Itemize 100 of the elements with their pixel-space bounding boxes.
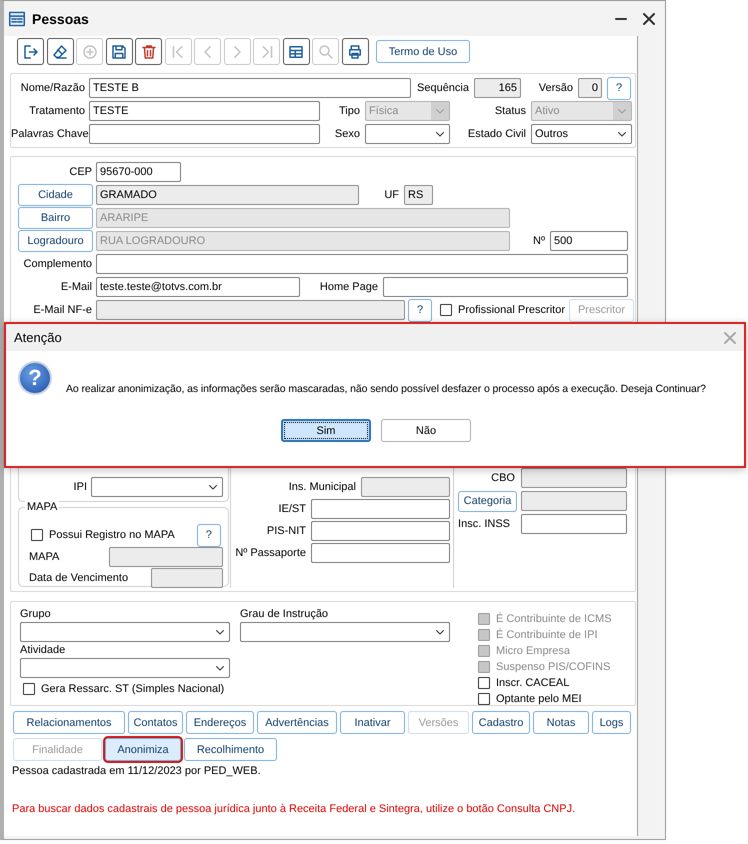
checkbox-label: Inscr. CACEAL (496, 676, 570, 688)
field-label: CBO (490, 472, 516, 484)
checkbox[interactable] (31, 529, 43, 541)
plus-circle-icon (80, 42, 98, 60)
text-field[interactable] (311, 543, 450, 563)
field-label: Nº (532, 235, 546, 247)
checkbox[interactable] (478, 692, 490, 704)
checkbox-label: É Contribuinte de IPI (496, 628, 598, 640)
action-button[interactable]: Contatos (128, 711, 183, 734)
text-field[interactable]: 165 (474, 78, 521, 98)
checkbox[interactable] (478, 676, 490, 688)
close-icon (724, 332, 736, 344)
lookup-button[interactable]: Cidade (18, 184, 93, 206)
field-label: Versão (538, 82, 574, 94)
eraser-icon (51, 42, 69, 60)
window-icon (8, 10, 26, 26)
dropdown[interactable] (91, 477, 223, 497)
checkbox-label: Gera Ressarc. ST (Simples Nacional) (41, 683, 224, 695)
action-button[interactable]: Endereços (186, 711, 254, 734)
terms-button[interactable]: Termo de Uso (376, 40, 470, 63)
field-label: Atividade (20, 643, 66, 658)
field-label: E-Mail NF-e (32, 304, 93, 316)
checkbox-label: É Contribuinte de ICMS (496, 612, 612, 624)
lookup-button[interactable]: Categoria (458, 490, 517, 512)
text-field[interactable]: teste.teste@totvs.com.br (96, 277, 300, 297)
field-label: UF (383, 189, 400, 201)
text-field[interactable] (96, 300, 405, 320)
action-button[interactable]: Cadastro (472, 711, 530, 734)
field-label: CEP (68, 166, 93, 178)
text-field[interactable]: 95670-000 (96, 162, 181, 182)
dialog-message: Ao realizar anonimização, as informações serão mascaradas, não sendo possível desfazer o processo após a execução. Deseja Continuar? (66, 383, 706, 395)
dialog-button[interactable]: Sim (281, 419, 371, 442)
text-field[interactable]: TESTE (89, 101, 320, 121)
text-field[interactable]: GRAMADO (96, 185, 359, 205)
text-field[interactable] (361, 477, 450, 497)
field-label: Grupo (20, 607, 52, 622)
field-label: Palavras Chave (11, 128, 89, 140)
print-icon (346, 42, 364, 60)
text-field[interactable] (96, 254, 628, 274)
table-button[interactable] (282, 38, 310, 65)
field-label: Grau de Instrução (240, 607, 330, 622)
action-button[interactable]: Recolhimento (184, 738, 277, 761)
action-button[interactable]: Advertências (257, 711, 337, 734)
field-label: Ins. Municipal (288, 481, 357, 493)
field-label: Sexo (334, 128, 361, 140)
text-field[interactable] (151, 568, 223, 588)
status-text: Pessoa cadastrada em 11/12/2023 por PED_WEB. (12, 765, 262, 777)
exit-icon (22, 42, 40, 60)
checkbox-label: Suspenso PIS/COFINS (496, 660, 610, 672)
action-button[interactable]: Relacionamentos (13, 711, 125, 734)
text-field[interactable] (311, 499, 450, 519)
text-field[interactable]: RS (404, 185, 433, 205)
text-field[interactable] (89, 124, 320, 144)
action-button[interactable]: Logs (592, 711, 631, 734)
dialog-button[interactable]: Não (381, 419, 471, 442)
text-field[interactable] (383, 277, 628, 297)
dialog-title: Atenção (14, 330, 62, 345)
field-label: Sequência (416, 82, 470, 94)
dropdown[interactable] (20, 622, 230, 642)
field-label: E-Mail (60, 281, 93, 293)
save-button[interactable] (106, 38, 132, 65)
group-title: MAPA (25, 501, 60, 513)
checkbox[interactable] (440, 304, 452, 316)
action-button[interactable]: Anonimiza (105, 738, 181, 761)
text-field[interactable]: 500 (550, 231, 628, 251)
action-button[interactable]: Inativar (340, 711, 405, 734)
field-label: Data de Vencimento (29, 572, 130, 584)
eraser-button[interactable] (46, 38, 74, 65)
field-label: Status (494, 105, 527, 117)
action-button[interactable]: Notas (533, 711, 589, 734)
field-label: PIS-NIT (266, 525, 307, 537)
help-button[interactable]: ? (607, 76, 631, 100)
field-label: IE/ST (277, 503, 307, 515)
text-field[interactable]: 0 (578, 78, 602, 98)
checkbox-label: Optante pelo MEI (496, 692, 582, 704)
help-button[interactable]: ? (196, 524, 221, 546)
dropdown[interactable]: Outros (531, 124, 632, 144)
field-label: Estado Civil (466, 128, 527, 140)
text-field[interactable] (521, 514, 627, 534)
checkbox-label: Possui Registro no MAPA (49, 529, 175, 541)
exit-button[interactable] (17, 38, 44, 65)
trash-button[interactable] (135, 38, 162, 65)
dropdown[interactable] (20, 658, 230, 678)
field-label: Tipo (338, 105, 361, 117)
help-button[interactable]: ? (408, 298, 432, 322)
field-label: Home Page (318, 281, 379, 293)
text-field[interactable] (109, 547, 223, 567)
text-field[interactable] (521, 468, 627, 488)
text-field[interactable] (311, 521, 450, 541)
question-icon: ? (18, 361, 52, 395)
dropdown[interactable] (365, 124, 450, 144)
close-icon (643, 12, 655, 24)
text-field[interactable]: TESTE B (89, 78, 411, 98)
checkbox[interactable] (23, 683, 35, 695)
text-field[interactable] (521, 491, 627, 511)
dropdown[interactable] (240, 622, 450, 642)
field-label: Tratamento (28, 105, 86, 117)
field-label: Insc. INSS (457, 518, 511, 530)
search-icon (316, 42, 334, 60)
print-button[interactable] (342, 38, 368, 65)
